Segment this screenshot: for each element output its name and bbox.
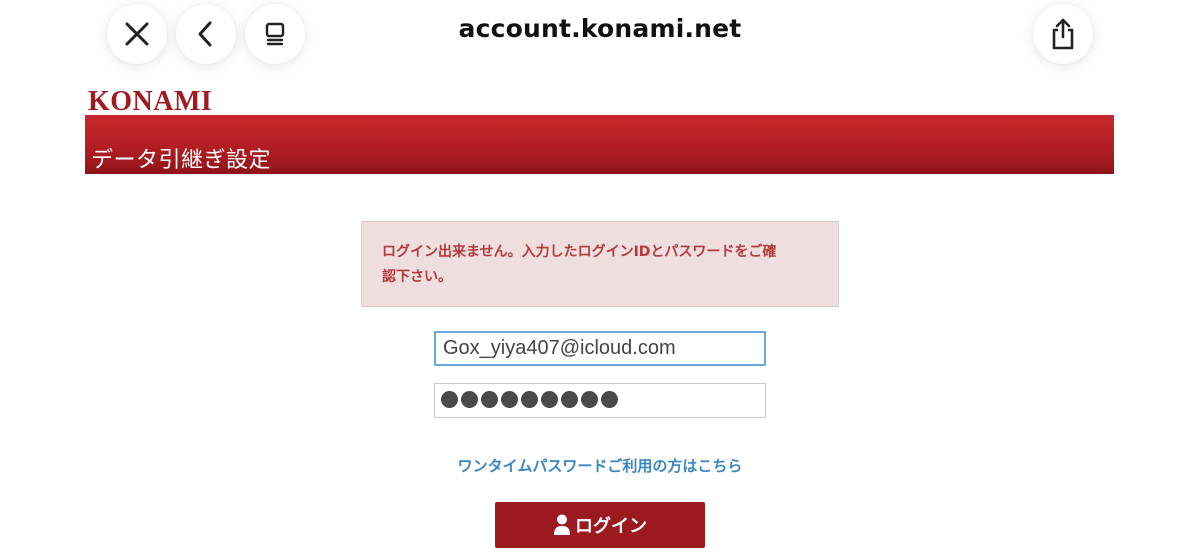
password-dot xyxy=(581,391,598,408)
error-line-2: 認下さい。 xyxy=(382,269,452,285)
onetime-password-link[interactable]: ワンタイムパスワードご利用の方はこちら xyxy=(0,455,1200,476)
password-dot xyxy=(461,391,478,408)
login-button-label: ログイン xyxy=(575,516,647,537)
password-dot xyxy=(561,391,578,408)
password-dot xyxy=(501,391,518,408)
password-dot xyxy=(481,391,498,408)
browser-toolbar: account.konami.net xyxy=(0,0,1200,80)
page-title: データ引継ぎ設定 xyxy=(91,148,272,173)
url-bar[interactable]: account.konami.net xyxy=(0,14,1200,43)
share-icon xyxy=(1052,18,1074,50)
password-dot xyxy=(541,391,558,408)
page-header: データ引継ぎ設定 xyxy=(85,115,1114,174)
login-id-input[interactable] xyxy=(434,331,766,366)
login-button[interactable]: ログイン xyxy=(495,502,705,548)
password-dot xyxy=(441,391,458,408)
password-dot xyxy=(521,391,538,408)
error-line-1: ログイン出来ません。入力したログインIDとパスワードをご確 xyxy=(382,244,777,260)
password-dot xyxy=(601,391,618,408)
error-message: ログイン出来ません。入力したログインIDとパスワードをご確 認下さい。 xyxy=(361,221,839,307)
password-mask xyxy=(441,391,618,408)
share-button[interactable] xyxy=(1033,4,1093,64)
konami-logo[interactable]: KONAMI xyxy=(88,86,212,118)
user-icon xyxy=(554,514,570,535)
